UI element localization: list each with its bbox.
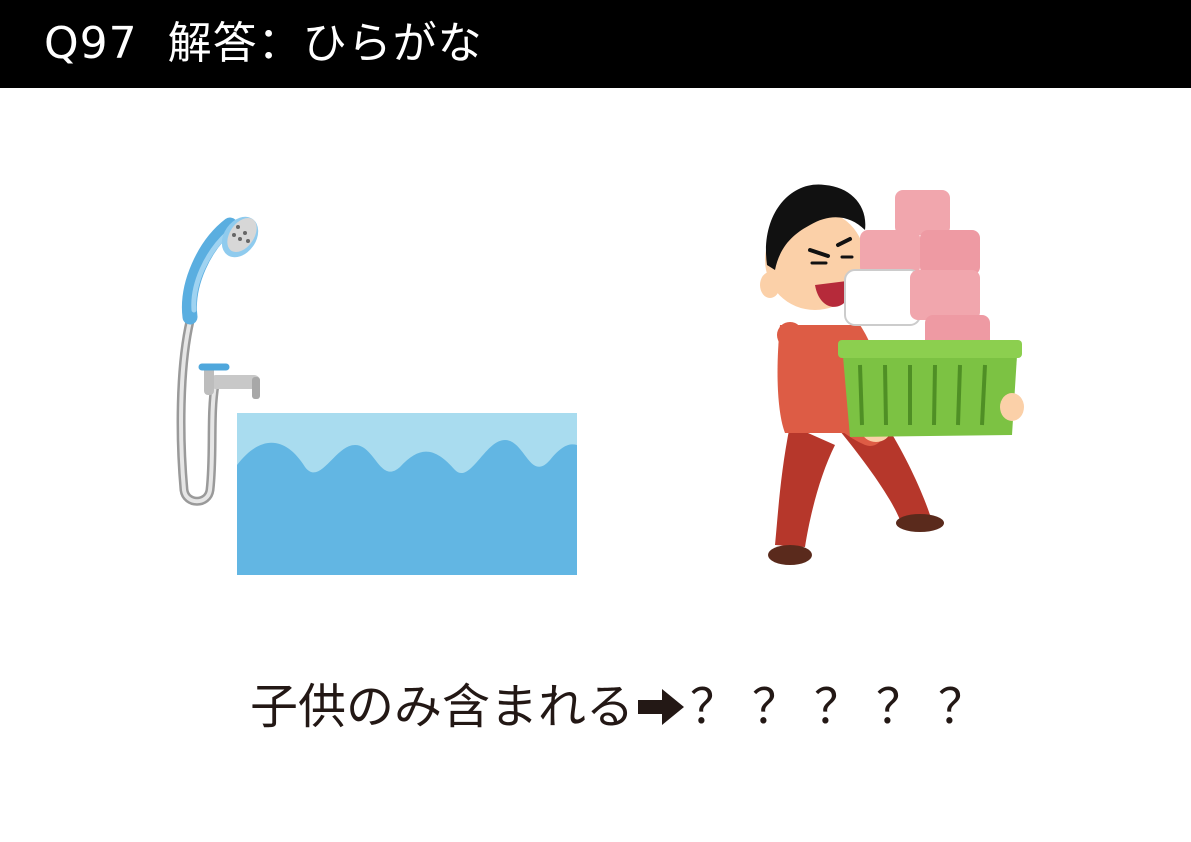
header-bar: Q97 解答：ひらがな [0,0,1191,88]
title-text: 解答：ひらがな [167,18,483,69]
bathtub-with-shower-icon [176,216,577,575]
page-title: Q97 解答：ひらがな [44,14,483,74]
puzzle-clue-line: 子供のみ含まれる ？？？？？ [250,672,1000,742]
clue-text: 子供のみ含まれる [250,679,635,735]
boy-carrying-laundry-basket-icon [760,184,1024,565]
arrow-right-icon [638,689,685,725]
question-number: Q97 [44,18,138,69]
answer-placeholder: ？？？？？ [690,679,1001,735]
